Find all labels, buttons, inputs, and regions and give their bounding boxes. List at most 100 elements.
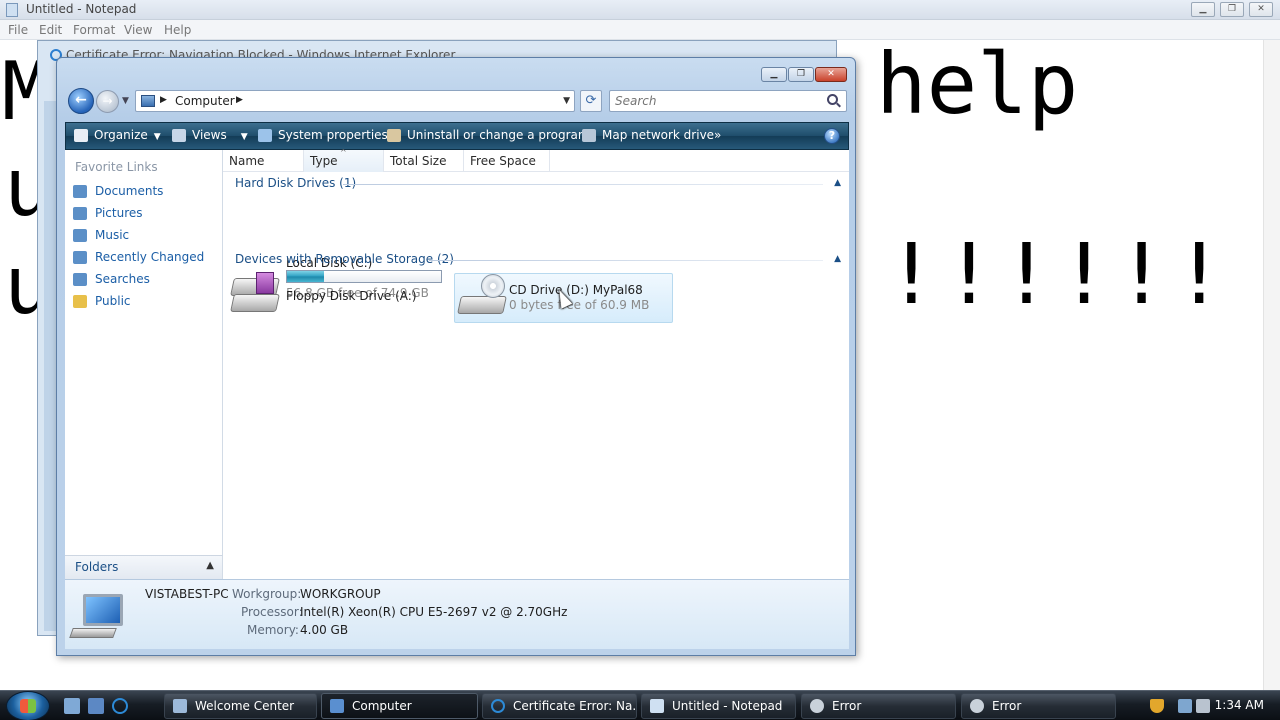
breadcrumb-computer[interactable]: Computer xyxy=(175,94,235,108)
search-icon[interactable] xyxy=(827,94,838,105)
back-button[interactable]: ← xyxy=(68,88,94,114)
close-button[interactable]: ✕ xyxy=(815,67,847,82)
music-icon xyxy=(73,229,87,242)
breadcrumb-arrow-icon[interactable]: ▶ xyxy=(160,95,167,105)
notepad-text: help xyxy=(876,35,1079,133)
group-divider xyxy=(343,184,823,185)
help-icon[interactable]: ? xyxy=(824,128,840,144)
sidebar-item-documents[interactable]: Documents xyxy=(73,183,218,201)
system-properties-button[interactable]: System properties xyxy=(278,128,388,142)
computer-name: VISTABEST-PC xyxy=(145,587,229,601)
maximize-icon[interactable]: ❐ xyxy=(1220,2,1244,17)
notepad-icon xyxy=(6,3,18,17)
task-label: Error xyxy=(832,699,862,713)
column-type[interactable]: Type ^ xyxy=(304,148,384,172)
menu-help[interactable]: Help xyxy=(164,23,191,37)
minimize-button[interactable]: ▁ xyxy=(761,67,787,82)
network-icon[interactable] xyxy=(1178,699,1192,713)
views-label: Views xyxy=(192,128,227,142)
sidebar-item-pictures[interactable]: Pictures xyxy=(73,205,218,223)
maximize-button[interactable]: ❐ xyxy=(788,67,814,82)
taskbar-error-2[interactable]: Error xyxy=(961,693,1116,719)
menu-edit[interactable]: Edit xyxy=(39,23,62,37)
minimize-icon[interactable]: ▁ xyxy=(1191,2,1215,17)
memory-value: 4.00 GB xyxy=(300,623,349,637)
notepad-scrollbar[interactable] xyxy=(1263,40,1280,690)
address-dropdown-icon[interactable]: ▼ xyxy=(563,96,570,106)
windows-logo-icon xyxy=(20,699,36,713)
chevron-up-icon: ▲ xyxy=(206,560,214,571)
organize-icon xyxy=(74,129,88,142)
organize-label: Organize xyxy=(94,128,148,142)
sidebar-item-label: Searches xyxy=(95,272,150,286)
security-shield-icon[interactable] xyxy=(1150,699,1164,713)
public-folder-icon xyxy=(73,295,87,308)
forward-button[interactable]: → xyxy=(96,90,119,113)
folders-toggle[interactable]: Folders ▲ xyxy=(65,555,223,579)
monitor-base xyxy=(69,628,117,638)
sidebar-item-label: Recently Changed xyxy=(95,250,205,264)
group-header-hard-disk[interactable]: Hard Disk Drives (1) xyxy=(235,176,356,190)
taskbar-welcome-center[interactable]: Welcome Center xyxy=(164,693,317,719)
processor-label: Processor: xyxy=(241,605,303,619)
search-input[interactable] xyxy=(609,90,847,112)
memory-label: Memory: xyxy=(247,623,299,637)
organize-button[interactable]: Organize ▼ xyxy=(94,128,161,142)
uninstall-program-button[interactable]: Uninstall or change a program xyxy=(407,128,590,142)
taskbar-certificate-error[interactable]: Certificate Error: Na... xyxy=(482,693,637,719)
computer-icon xyxy=(141,95,155,107)
sidebar-item-label: Pictures xyxy=(95,206,143,220)
column-free-space[interactable]: Free Space xyxy=(464,150,550,172)
map-drive-icon xyxy=(582,129,596,142)
volume-muted-icon[interactable] xyxy=(1196,699,1210,713)
cd-drive-icon xyxy=(457,274,507,316)
cd-disc-icon xyxy=(481,274,505,298)
views-button[interactable]: Views ▼ xyxy=(192,128,248,142)
menu-file[interactable]: File xyxy=(8,23,28,37)
more-commands-button[interactable]: » xyxy=(714,128,721,142)
computer-icon xyxy=(69,594,125,644)
floppy-drive-body xyxy=(230,294,280,312)
drive-name-a[interactable]: Floppy Disk Drive (A:) xyxy=(286,289,417,303)
taskbar-notepad[interactable]: Untitled - Notepad xyxy=(641,693,796,719)
drive-free-d: 0 bytes free of 60.9 MB xyxy=(509,298,650,312)
start-button[interactable] xyxy=(6,691,50,720)
computer-explorer-window[interactable]: ▁ ❐ ✕ ← → ▼ ▶ Computer ▶ ▼ ⟳ Organize ▼ V… xyxy=(56,57,856,656)
close-icon[interactable]: ✕ xyxy=(1249,2,1273,17)
floppy-drive-icon[interactable] xyxy=(230,272,280,314)
refresh-button[interactable]: ⟳ xyxy=(580,90,602,112)
task-label: Certificate Error: Na... xyxy=(513,699,637,713)
sidebar-item-music[interactable]: Music xyxy=(73,227,218,245)
column-name[interactable]: Name xyxy=(223,150,304,172)
file-list-pane[interactable]: Name Type ^ Total Size Free Space Hard Di… xyxy=(223,148,849,579)
collapse-group-icon[interactable]: ▲ xyxy=(834,254,841,264)
sidebar-item-recently-changed[interactable]: Recently Changed xyxy=(73,249,218,267)
taskbar-error-1[interactable]: Error xyxy=(801,693,956,719)
collapse-group-icon[interactable]: ▲ xyxy=(834,178,841,188)
column-type-label: Type xyxy=(310,154,338,168)
column-total-size[interactable]: Total Size xyxy=(384,150,464,172)
sidebar-item-public[interactable]: Public xyxy=(73,293,218,311)
show-desktop-icon[interactable] xyxy=(64,698,80,714)
map-network-drive-button[interactable]: Map network drive xyxy=(602,128,714,142)
menu-format[interactable]: Format xyxy=(73,23,115,37)
views-icon xyxy=(172,129,186,142)
breadcrumb-arrow-icon[interactable]: ▶ xyxy=(236,95,243,105)
group-divider xyxy=(429,260,823,261)
column-headers: Name Type ^ Total Size Free Space xyxy=(223,148,849,172)
recent-pages-dropdown-icon[interactable]: ▼ xyxy=(122,96,129,106)
menu-view[interactable]: View xyxy=(124,23,152,37)
clock[interactable]: 1:34 AM xyxy=(1215,698,1264,712)
group-header-removable[interactable]: Devices with Removable Storage (2) xyxy=(235,252,454,266)
sidebar-item-searches[interactable]: Searches xyxy=(73,271,218,289)
notepad-title-bar[interactable]: Untitled - Notepad ▁ ❐ ✕ xyxy=(0,0,1280,20)
documents-icon xyxy=(73,185,87,198)
disk-usage-bar xyxy=(286,270,442,283)
sidebar-item-label: Public xyxy=(95,294,131,308)
switch-windows-icon[interactable] xyxy=(88,698,104,714)
error-icon xyxy=(810,699,824,713)
monitor-screen xyxy=(83,594,123,626)
address-bar[interactable]: ▶ Computer ▶ ▼ xyxy=(135,90,575,112)
taskbar-computer[interactable]: Computer xyxy=(321,693,478,719)
ie-icon[interactable] xyxy=(112,698,128,714)
